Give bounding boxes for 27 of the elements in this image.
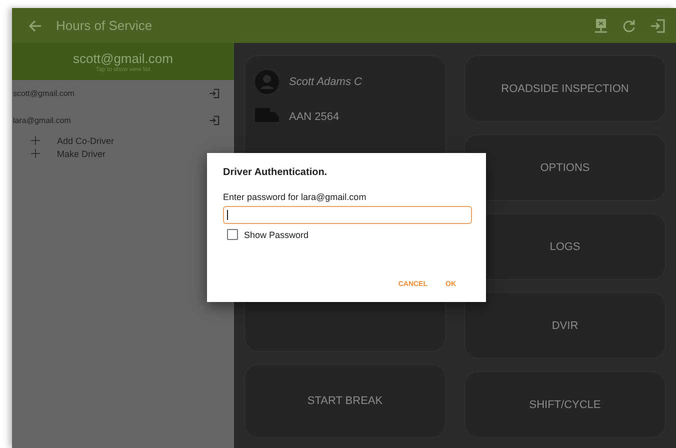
dialog-title: Driver Authentication. <box>223 167 328 178</box>
checkbox-label[interactable]: Show Password <box>244 230 309 240</box>
menu-button[interactable]: ROADSIDE INSPECTION <box>464 55 666 122</box>
password-field[interactable] <box>223 206 472 224</box>
logout-icon[interactable] <box>650 18 666 34</box>
plus-icon <box>31 136 40 145</box>
menu-button[interactable]: START BREAK <box>244 364 446 438</box>
menu-button[interactable]: SHIFT/CYCLE <box>464 371 666 438</box>
back-arrow-icon[interactable] <box>28 18 42 32</box>
app-title: Hours of Service <box>56 18 152 33</box>
logout-icon[interactable] <box>209 115 220 126</box>
vehicle-number: AAN 2564 <box>289 111 340 123</box>
driver-name: Scott Adams C <box>289 76 362 88</box>
drawer-action[interactable]: Add Co-Driver <box>57 136 114 146</box>
driver-email[interactable]: scott@gmail.com <box>13 89 74 98</box>
dialog-prompt: Enter password for lara@gmail.com <box>223 192 368 202</box>
drawer-action[interactable]: Make Driver <box>57 148 106 158</box>
monitor-icon[interactable] <box>594 18 608 34</box>
driver-email[interactable]: lara@gmail.com <box>13 116 71 125</box>
menu-button[interactable]: DVIR <box>464 292 666 359</box>
plus-icon <box>31 149 40 158</box>
refresh-icon[interactable] <box>622 18 636 32</box>
account-email: scott@gmail.com <box>73 50 173 66</box>
menu-button[interactable]: OPTIONS <box>464 134 666 201</box>
checkbox[interactable] <box>227 229 238 240</box>
person-avatar-icon <box>255 70 279 94</box>
logout-icon[interactable] <box>209 88 220 99</box>
